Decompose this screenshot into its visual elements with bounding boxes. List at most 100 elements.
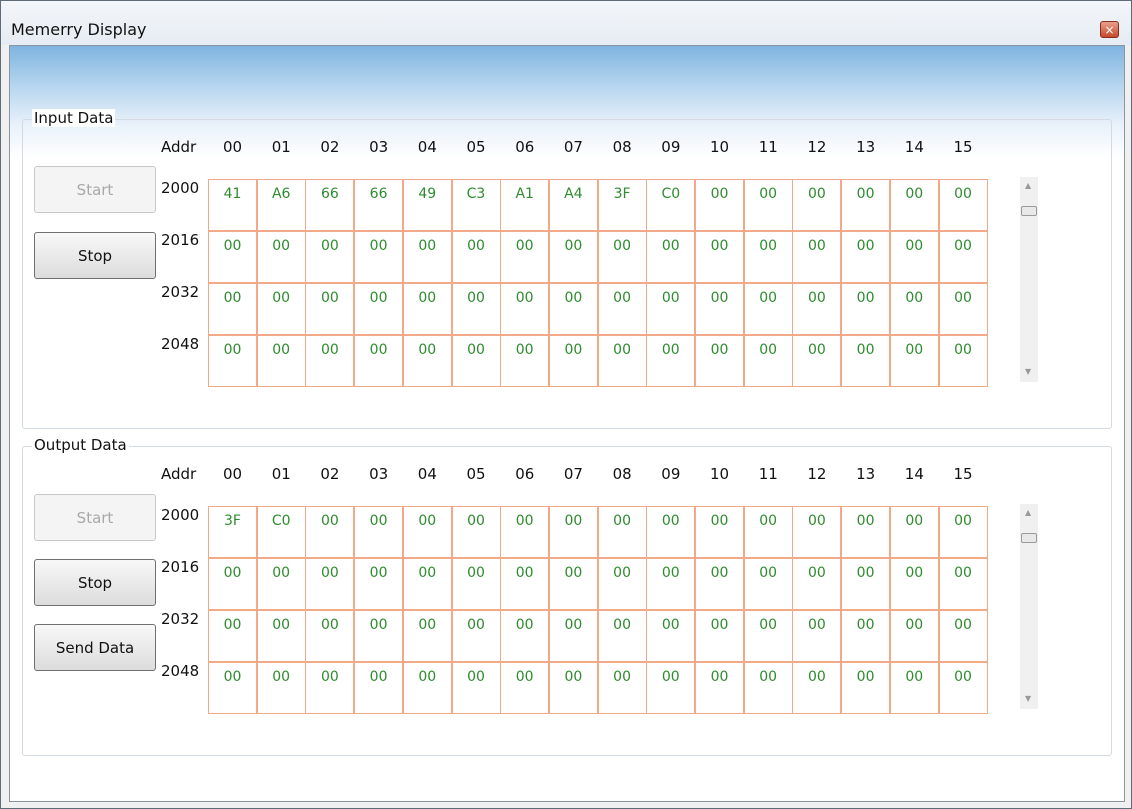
memory-cell[interactable]: 00 xyxy=(305,662,355,714)
memory-cell-value: 00 xyxy=(759,617,778,633)
memory-cell-value: 00 xyxy=(418,617,437,633)
memory-cell[interactable]: C0 xyxy=(256,506,306,558)
memory-cell[interactable]: 00 xyxy=(354,506,404,558)
memory-cell-value: 00 xyxy=(954,186,972,202)
memory-cell[interactable]: 00 xyxy=(548,558,598,610)
memory-cell[interactable]: 00 xyxy=(743,662,793,714)
memory-cell[interactable]: 00 xyxy=(256,558,306,610)
memory-cell[interactable]: 00 xyxy=(256,662,306,714)
memory-cell[interactable]: 00 xyxy=(646,506,696,558)
memory-cell: 00 xyxy=(841,231,891,283)
memory-cell: 00 xyxy=(208,231,257,283)
memory-cell[interactable]: 00 xyxy=(256,610,306,662)
memory-cell[interactable]: 00 xyxy=(402,506,452,558)
memory-cell[interactable]: 00 xyxy=(597,662,647,714)
memory-cell[interactable]: 00 xyxy=(208,662,257,714)
memory-cell[interactable]: 00 xyxy=(792,610,842,662)
input-start-button[interactable]: Start xyxy=(34,166,156,213)
memory-cell[interactable]: 00 xyxy=(841,610,891,662)
memory-cell: 00 xyxy=(256,231,306,283)
memory-cell[interactable]: 00 xyxy=(938,662,988,714)
memory-cell[interactable]: 00 xyxy=(597,506,647,558)
memory-cell[interactable]: 00 xyxy=(695,610,744,662)
memory-cell[interactable]: 00 xyxy=(305,506,355,558)
title-bar[interactable]: Memerry Display × xyxy=(1,1,1131,45)
memory-cell[interactable]: 00 xyxy=(354,662,404,714)
memory-cell[interactable]: 00 xyxy=(500,558,550,610)
memory-cell[interactable]: 00 xyxy=(208,558,257,610)
memory-cell: 49 xyxy=(402,179,452,231)
memory-cell[interactable]: 00 xyxy=(695,558,744,610)
memory-cell-value: 00 xyxy=(515,342,534,358)
memory-cell[interactable]: 00 xyxy=(695,506,744,558)
column-header: 01 xyxy=(271,465,291,483)
output-start-button[interactable]: Start xyxy=(34,494,156,541)
memory-cell: 00 xyxy=(841,283,891,335)
memory-cell[interactable]: 00 xyxy=(841,662,891,714)
input-scrollbar[interactable]: ▲ ▼ xyxy=(1020,177,1038,382)
memory-cell[interactable]: 00 xyxy=(500,610,550,662)
memory-cell[interactable]: 00 xyxy=(938,506,988,558)
memory-cell[interactable]: 00 xyxy=(889,558,939,610)
memory-cell[interactable]: 00 xyxy=(208,610,257,662)
output-scrollbar[interactable]: ▲ ▼ xyxy=(1020,504,1038,709)
memory-cell[interactable]: 00 xyxy=(695,662,744,714)
scroll-up-arrow-icon[interactable]: ▲ xyxy=(1025,508,1031,517)
scroll-up-arrow-icon[interactable]: ▲ xyxy=(1025,181,1031,190)
memory-cell[interactable]: 00 xyxy=(743,558,793,610)
scroll-down-arrow-icon[interactable]: ▼ xyxy=(1025,367,1031,376)
memory-cell[interactable]: 00 xyxy=(792,558,842,610)
output-stop-button[interactable]: Stop xyxy=(34,559,156,606)
memory-cell[interactable]: 00 xyxy=(548,506,598,558)
column-header: 03 xyxy=(369,138,389,156)
memory-cell[interactable]: 00 xyxy=(354,558,404,610)
memory-cell[interactable]: 00 xyxy=(646,610,696,662)
memory-cell[interactable]: 00 xyxy=(402,610,452,662)
memory-cell[interactable]: 00 xyxy=(402,662,452,714)
memory-cell: 00 xyxy=(500,335,550,387)
memory-cell[interactable]: 00 xyxy=(938,610,988,662)
memory-cell[interactable]: 3F xyxy=(208,506,257,558)
memory-cell[interactable]: 00 xyxy=(548,610,598,662)
memory-cell[interactable]: 00 xyxy=(451,558,501,610)
scroll-thumb[interactable] xyxy=(1021,206,1037,216)
memory-cell[interactable]: 00 xyxy=(354,610,404,662)
memory-cell[interactable]: 00 xyxy=(938,558,988,610)
memory-cell[interactable]: 00 xyxy=(889,610,939,662)
memory-cell[interactable]: 00 xyxy=(597,558,647,610)
memory-cell[interactable]: 00 xyxy=(402,558,452,610)
memory-cell[interactable]: 00 xyxy=(889,506,939,558)
memory-cell[interactable]: 00 xyxy=(451,662,501,714)
scroll-thumb[interactable] xyxy=(1021,533,1037,543)
memory-cell[interactable]: 00 xyxy=(500,506,550,558)
memory-cell[interactable]: 00 xyxy=(597,610,647,662)
scroll-down-arrow-icon[interactable]: ▼ xyxy=(1025,694,1031,703)
memory-cell-value: 00 xyxy=(613,342,631,358)
memory-cell[interactable]: 00 xyxy=(841,506,891,558)
memory-cell[interactable]: 00 xyxy=(305,610,355,662)
memory-cell[interactable]: 00 xyxy=(792,506,842,558)
memory-cell[interactable]: 00 xyxy=(305,558,355,610)
column-header: 06 xyxy=(515,138,535,156)
memory-cell[interactable]: 00 xyxy=(646,558,696,610)
memory-cell-value: 00 xyxy=(369,669,388,685)
memory-cell[interactable]: 00 xyxy=(548,662,598,714)
close-icon[interactable]: × xyxy=(1100,21,1119,38)
send-data-button[interactable]: Send Data xyxy=(34,624,156,671)
memory-cell-value: 00 xyxy=(856,669,875,685)
memory-cell[interactable]: 00 xyxy=(889,662,939,714)
memory-cell[interactable]: 00 xyxy=(841,558,891,610)
memory-cell[interactable]: 00 xyxy=(743,610,793,662)
memory-cell-value: C3 xyxy=(466,186,486,202)
memory-cell[interactable]: 00 xyxy=(451,610,501,662)
memory-cell[interactable]: 00 xyxy=(743,506,793,558)
memory-cell-value: 00 xyxy=(661,669,680,685)
memory-cell[interactable]: 00 xyxy=(451,506,501,558)
memory-cell[interactable]: 00 xyxy=(646,662,696,714)
memory-cell-value: 00 xyxy=(954,513,972,529)
memory-cell: 00 xyxy=(305,335,355,387)
input-stop-button[interactable]: Stop xyxy=(34,232,156,279)
memory-cell[interactable]: 00 xyxy=(792,662,842,714)
memory-cell[interactable]: 00 xyxy=(500,662,550,714)
column-header: 08 xyxy=(612,138,632,156)
